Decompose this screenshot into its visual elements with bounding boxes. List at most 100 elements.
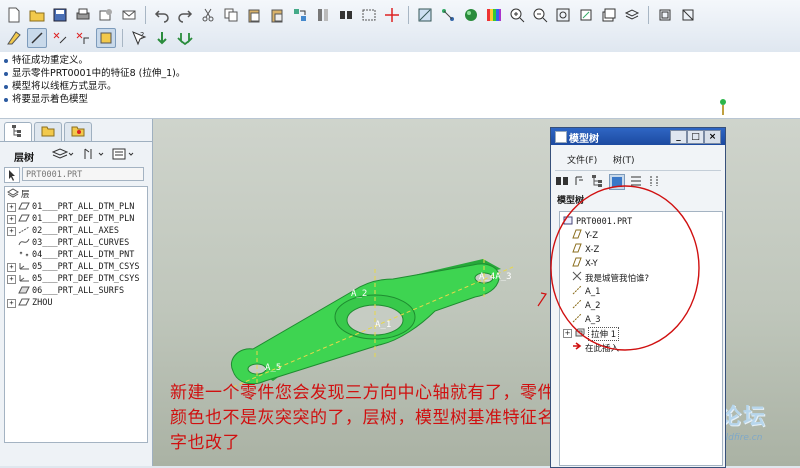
tab-favorites[interactable]: [64, 122, 92, 141]
active-model-selector[interactable]: PRT0001.PRT: [22, 167, 144, 181]
find-icon[interactable]: [336, 5, 356, 25]
color-icon[interactable]: [484, 5, 504, 25]
tab-folder-browser[interactable]: [34, 122, 62, 141]
separator: [145, 6, 146, 24]
show-dropdown-icon[interactable]: [112, 147, 134, 164]
redo-icon[interactable]: [175, 5, 195, 25]
expand-icon[interactable]: +: [7, 226, 16, 236]
window-title: 模型树: [569, 134, 599, 145]
layer-tree: 层 +01___PRT_ALL_DTM_PLN +01___PRT_DEF_DT…: [4, 186, 148, 443]
axis-layer-icon: [18, 226, 30, 237]
green-double-arrow-icon[interactable]: [175, 28, 195, 48]
expand-icon[interactable]: +: [7, 214, 16, 224]
layer-row[interactable]: +01___PRT_ALL_DTM_PLN: [7, 201, 134, 213]
annotation-text: 新建一个零件您会发现三方向中心轴就有了，零件: [170, 383, 555, 403]
plane-icon: [18, 202, 30, 213]
window-icon: [555, 131, 567, 143]
expand-icon[interactable]: +: [7, 262, 16, 272]
layer-label: 03___PRT_ALL_CURVES: [32, 238, 130, 248]
help-whats-this-icon[interactable]: ?: [129, 28, 149, 48]
layer-row[interactable]: + ZHOU: [7, 297, 52, 309]
layers-dropdown-icon[interactable]: [51, 147, 74, 164]
select-box-icon[interactable]: [359, 5, 379, 25]
select-cursor-icon[interactable]: [4, 167, 20, 183]
minimize-button[interactable]: _: [670, 130, 687, 144]
crosshair-icon[interactable]: [382, 5, 402, 25]
copy-icon[interactable]: [221, 5, 241, 25]
axis-label: A_5: [265, 363, 282, 373]
csys-icon: [18, 262, 30, 273]
axis-label: A_4A_3: [479, 272, 512, 282]
open-icon[interactable]: [27, 5, 47, 25]
sketch-modify-icon[interactable]: [50, 28, 70, 48]
annotation-text: 颜色也不是灰突突的了，层树，模型树基准特征名: [170, 408, 555, 428]
layer-row[interactable]: +01___PRT_DEF_DTM_PLN: [7, 213, 134, 225]
save-icon[interactable]: [50, 5, 70, 25]
layer-row[interactable]: +05___PRT_DEF_DTM_CSYS: [7, 273, 139, 285]
axis-icon[interactable]: [438, 5, 458, 25]
menu-divider: [555, 170, 721, 171]
layer-label: 01___PRT_DEF_DTM_PLN: [32, 214, 135, 224]
close-button[interactable]: ×: [704, 130, 721, 144]
model-tree-titlebar[interactable]: 模型树 _ □ ×: [551, 128, 725, 145]
expand-icon[interactable]: +: [7, 298, 16, 308]
layer-label: 06___PRT_ALL_SURFS: [32, 286, 125, 296]
zoom-out-icon[interactable]: [530, 5, 550, 25]
layer-settings-icon[interactable]: [82, 147, 104, 164]
csys-icon: [18, 274, 30, 285]
layer-label: 02___PRT_ALL_AXES: [32, 226, 119, 236]
layer-label: ZHOU: [32, 298, 53, 308]
tree-root[interactable]: 层: [7, 187, 30, 200]
sketch-edit-icon[interactable]: [4, 28, 24, 48]
new-icon[interactable]: [4, 5, 24, 25]
layers-icon[interactable]: [622, 5, 642, 25]
axis-label: A_1: [375, 320, 392, 330]
menu-file[interactable]: 文件(F): [567, 153, 597, 166]
message-line: 将要显示着色模型: [4, 94, 88, 106]
orient-icon[interactable]: [576, 5, 596, 25]
toolbar-row-1: [4, 4, 698, 26]
navigator-panel: 层树 PRT0001.PRT 层 +01___PRT_ALL_DTM_PLN +…: [0, 119, 153, 466]
layer-tree-tools: [51, 147, 134, 164]
message-line: 模型将以线框方式显示。: [4, 81, 117, 93]
zoom-in-icon[interactable]: [507, 5, 527, 25]
email-icon[interactable]: [119, 5, 139, 25]
print-icon[interactable]: [73, 5, 93, 25]
datum-display-icon[interactable]: [415, 5, 435, 25]
annotation-text: 字也改了: [170, 433, 240, 453]
folder-tab-icon: [41, 124, 55, 141]
annotation-circle: [550, 185, 700, 351]
shading-icon[interactable]: [461, 5, 481, 25]
sketch-line-icon[interactable]: [27, 28, 47, 48]
view-manager-2-icon[interactable]: [678, 5, 698, 25]
paste-special-icon[interactable]: [267, 5, 287, 25]
layer-row[interactable]: +05___PRT_ALL_DTM_CSYS: [7, 261, 139, 273]
view-manager-icon[interactable]: [655, 5, 675, 25]
surface-layer-icon: [18, 286, 30, 297]
tree-root-label: 层: [21, 190, 30, 200]
copy-window-icon[interactable]: [96, 5, 116, 25]
cut-icon[interactable]: [198, 5, 218, 25]
sketch-select-icon[interactable]: [96, 28, 116, 48]
refit-icon[interactable]: [553, 5, 573, 25]
green-arrow-icon[interactable]: [152, 28, 172, 48]
favorites-tab-icon: [71, 124, 85, 141]
message-area: 特征成功重定义。 显示零件PRT0001中的特征8 (拉伸_1)。 模型将以线框…: [0, 52, 800, 119]
message-line: 显示零件PRT0001中的特征8 (拉伸_1)。: [4, 68, 185, 80]
sketch-trim-icon[interactable]: [73, 28, 93, 48]
saved-views-icon[interactable]: [599, 5, 619, 25]
paste-icon[interactable]: [244, 5, 264, 25]
menu-tree[interactable]: 树(T): [613, 153, 635, 166]
layer-label: 05___PRT_ALL_DTM_CSYS: [32, 262, 140, 272]
layer-row: 06___PRT_ALL_SURFS: [7, 285, 124, 297]
regenerate-manager-icon[interactable]: [313, 5, 333, 25]
layer-row[interactable]: +02___PRT_ALL_AXES: [7, 225, 119, 237]
expand-icon[interactable]: +: [7, 274, 16, 284]
tab-model-tree[interactable]: [4, 122, 32, 141]
axis-label: A_2: [351, 289, 368, 299]
plane-icon: [18, 214, 30, 225]
regenerate-icon[interactable]: [290, 5, 310, 25]
undo-icon[interactable]: [152, 5, 172, 25]
expand-icon[interactable]: +: [7, 202, 16, 212]
maximize-button[interactable]: □: [687, 130, 704, 144]
